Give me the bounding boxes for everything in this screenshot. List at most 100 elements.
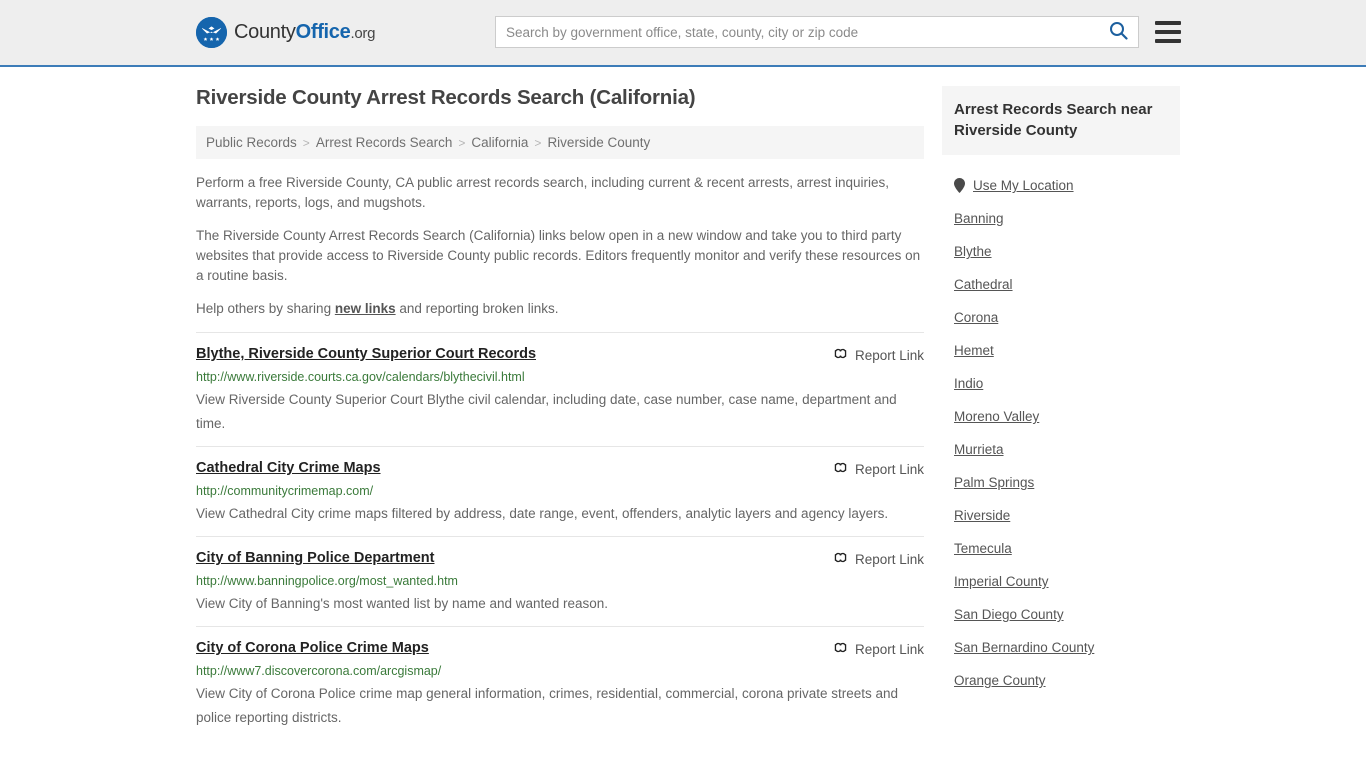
result-header: Cathedral City Crime Maps Report Link	[196, 459, 924, 478]
sidebar-item-orange-county[interactable]: Orange County	[942, 664, 1180, 697]
sidebar-link-san-bernardino-county[interactable]: San Bernardino County	[954, 640, 1094, 655]
sidebar-item-temecula[interactable]: Temecula	[942, 532, 1180, 565]
hamburger-bar	[1155, 30, 1181, 34]
intro-paragraph-1: Perform a free Riverside County, CA publ…	[196, 175, 890, 210]
hamburger-bar	[1155, 39, 1181, 43]
broken-link-icon	[833, 346, 848, 364]
sidebar-link-indio[interactable]: Indio	[954, 376, 983, 391]
hamburger-bar	[1155, 21, 1181, 25]
sidebar-link-blythe[interactable]: Blythe	[954, 244, 992, 259]
report-link-label: Report Link	[854, 461, 924, 477]
logo-text-office: Office	[295, 21, 351, 43]
report-link-button[interactable]: Report Link	[833, 459, 924, 478]
result-item: Blythe, Riverside County Superior Court …	[196, 332, 924, 446]
breadcrumb-item-riverside-county[interactable]: Riverside County	[547, 135, 650, 150]
broken-link-icon	[833, 550, 848, 568]
intro-paragraph-2: The Riverside County Arrest Records Sear…	[196, 228, 921, 283]
result-url[interactable]: http://www7.discovercorona.com/arcgismap…	[196, 663, 924, 679]
result-url[interactable]: http://communitycrimemap.com/	[196, 483, 924, 499]
sidebar-link-corona[interactable]: Corona	[954, 310, 998, 325]
sidebar-item-palm-springs[interactable]: Palm Springs	[942, 466, 1180, 499]
new-links-link[interactable]: new links	[335, 301, 396, 316]
search-button[interactable]	[1107, 21, 1130, 43]
sidebar-link-riverside[interactable]: Riverside	[954, 508, 1010, 523]
sidebar-link-imperial-county[interactable]: Imperial County	[954, 574, 1049, 589]
sidebar-item-riverside[interactable]: Riverside	[942, 499, 1180, 532]
breadcrumb-item-california[interactable]: California	[471, 135, 528, 150]
intro-suffix: and reporting broken links.	[395, 301, 559, 316]
report-link-label: Report Link	[854, 641, 924, 657]
page-body: Riverside County Arrest Records Search (…	[0, 67, 1366, 740]
sidebar-link-orange-county[interactable]: Orange County	[954, 673, 1046, 688]
map-pin-icon	[954, 178, 965, 193]
report-link-button[interactable]: Report Link	[833, 639, 924, 658]
sidebar-item-hemet[interactable]: Hemet	[942, 334, 1180, 367]
search-box[interactable]	[495, 16, 1139, 48]
broken-link-icon	[833, 460, 848, 478]
breadcrumb: Public Records > Arrest Records Search >…	[196, 126, 924, 159]
search-icon	[1109, 21, 1128, 43]
sidebar-item-san-bernardino-county[interactable]: San Bernardino County	[942, 631, 1180, 664]
sidebar-link-san-diego-county[interactable]: San Diego County	[954, 607, 1064, 622]
sidebar-item-san-diego-county[interactable]: San Diego County	[942, 598, 1180, 631]
breadcrumb-separator-icon: >	[302, 135, 310, 150]
sidebar-item-corona[interactable]: Corona	[942, 301, 1180, 334]
breadcrumb-item-arrest-records-search[interactable]: Arrest Records Search	[316, 135, 453, 150]
sidebar-link-use-my-location[interactable]: Use My Location	[973, 178, 1074, 193]
main-content: Riverside County Arrest Records Search (…	[196, 86, 924, 740]
sidebar-link-temecula[interactable]: Temecula	[954, 541, 1012, 556]
result-url[interactable]: http://www.riverside.courts.ca.gov/calen…	[196, 369, 924, 385]
sidebar-link-hemet[interactable]: Hemet	[954, 343, 994, 358]
report-link-button[interactable]: Report Link	[833, 345, 924, 364]
broken-link-icon	[833, 640, 848, 658]
intro-text: Perform a free Riverside County, CA publ…	[196, 173, 924, 319]
result-header: City of Corona Police Crime Maps Report …	[196, 639, 924, 658]
sidebar-link-murrieta[interactable]: Murrieta	[954, 442, 1004, 457]
sidebar-item-cathedral[interactable]: Cathedral	[942, 268, 1180, 301]
result-url[interactable]: http://www.banningpolice.org/most_wanted…	[196, 573, 924, 589]
result-description: View City of Banning's most wanted list …	[196, 596, 609, 611]
site-header: CountyOffice.org	[0, 0, 1366, 67]
sidebar-item-banning[interactable]: Banning	[942, 202, 1180, 235]
result-title-link[interactable]: City of Banning Police Department	[196, 549, 434, 567]
sidebar-link-banning[interactable]: Banning	[954, 211, 1004, 226]
logo-text-tld: .org	[350, 25, 376, 42]
breadcrumb-separator-icon: >	[534, 135, 542, 150]
breadcrumb-separator-icon: >	[458, 135, 466, 150]
sidebar-item-murrieta[interactable]: Murrieta	[942, 433, 1180, 466]
hamburger-menu-icon[interactable]	[1155, 21, 1181, 43]
site-logo[interactable]: CountyOffice.org	[196, 17, 375, 48]
sidebar-link-cathedral[interactable]: Cathedral	[954, 277, 1013, 292]
sidebar-nearby-list: Use My Location Banning Blythe Cathedral…	[942, 169, 1180, 697]
search-area	[495, 16, 1181, 48]
report-link-label: Report Link	[854, 551, 924, 567]
result-item: City of Banning Police Department Report…	[196, 536, 924, 626]
sidebar-item-imperial-county[interactable]: Imperial County	[942, 565, 1180, 598]
sidebar-item-indio[interactable]: Indio	[942, 367, 1180, 400]
result-header: Blythe, Riverside County Superior Court …	[196, 345, 924, 364]
breadcrumb-item-public-records[interactable]: Public Records	[206, 135, 297, 150]
sidebar-title: Arrest Records Search near Riverside Cou…	[942, 86, 1180, 155]
sidebar-item-blythe[interactable]: Blythe	[942, 235, 1180, 268]
sidebar-item-use-my-location[interactable]: Use My Location	[942, 169, 1180, 202]
logo-wordmark: CountyOffice.org	[234, 21, 375, 44]
result-description: View Riverside County Superior Court Bly…	[196, 392, 897, 431]
result-description: View City of Corona Police crime map gen…	[196, 686, 899, 725]
logo-text-county: County	[234, 21, 296, 43]
result-item: City of Corona Police Crime Maps Report …	[196, 626, 924, 740]
sidebar-link-moreno-valley[interactable]: Moreno Valley	[954, 409, 1039, 424]
result-title-link[interactable]: Blythe, Riverside County Superior Court …	[196, 345, 536, 363]
page-title: Riverside County Arrest Records Search (…	[196, 86, 696, 109]
report-link-button[interactable]: Report Link	[833, 549, 924, 568]
intro-prefix: Help others by sharing	[196, 301, 335, 316]
result-title-link[interactable]: Cathedral City Crime Maps	[196, 459, 381, 477]
sidebar-item-moreno-valley[interactable]: Moreno Valley	[942, 400, 1180, 433]
result-description: View Cathedral City crime maps filtered …	[196, 506, 889, 521]
result-header: City of Banning Police Department Report…	[196, 549, 924, 568]
search-input[interactable]	[506, 24, 1107, 40]
sidebar-link-palm-springs[interactable]: Palm Springs	[954, 475, 1034, 490]
intro-paragraph-3: Help others by sharing new links and rep…	[196, 299, 924, 319]
result-item: Cathedral City Crime Maps Report Link ht…	[196, 446, 924, 536]
result-title-link[interactable]: City of Corona Police Crime Maps	[196, 639, 429, 657]
report-link-label: Report Link	[854, 347, 924, 363]
